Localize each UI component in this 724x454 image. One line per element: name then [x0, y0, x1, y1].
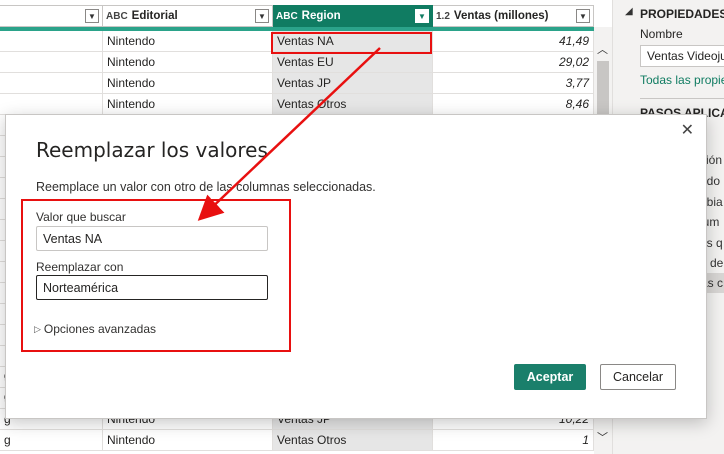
table-cell[interactable]: [0, 31, 103, 51]
table-cell[interactable]: Nintendo: [103, 94, 273, 114]
table-cell[interactable]: [0, 52, 103, 72]
chevron-down-icon[interactable]: ▼: [576, 9, 590, 23]
dialog-description: Reemplace un valor con otro de las colum…: [36, 180, 376, 194]
table-cell[interactable]: [0, 73, 103, 93]
table-cell[interactable]: [0, 94, 103, 114]
table-cell[interactable]: Nintendo: [103, 52, 273, 72]
chevron-down-icon[interactable]: ▼: [415, 9, 429, 23]
table-cell[interactable]: Ventas Otros: [273, 94, 433, 114]
table-cell[interactable]: 3,77: [433, 73, 594, 93]
cancel-button[interactable]: Cancelar: [600, 364, 676, 390]
table-row[interactable]: Nintendo Ventas Otros 8,46: [0, 94, 594, 115]
column-header-ventas[interactable]: 1.2 Ventas (millones) ▼: [433, 5, 594, 27]
column-header-label: Region: [301, 10, 341, 22]
chevron-up-icon[interactable]: ︿: [597, 41, 608, 57]
chevron-down-icon[interactable]: ▼: [85, 9, 99, 23]
dialog-title: Reemplazar los valores: [36, 138, 268, 162]
close-icon[interactable]: ✕: [681, 120, 694, 140]
chevron-down-icon[interactable]: ﹀: [597, 429, 608, 445]
table-row[interactable]: g Nintendo Ventas Otros 1: [0, 430, 594, 451]
all-properties-link[interactable]: Todas las propiedades: [640, 73, 724, 87]
text-type-icon[interactable]: ABC: [276, 11, 298, 22]
name-label: Nombre: [640, 27, 683, 41]
column-header-0[interactable]: ▼: [0, 5, 103, 27]
table-cell[interactable]: Nintendo: [103, 430, 273, 450]
chevron-down-icon[interactable]: ▼: [255, 9, 269, 23]
table-cell[interactable]: 41,49: [433, 31, 594, 51]
column-header-editorial[interactable]: ABC Editorial ▼: [103, 5, 273, 27]
collapse-icon[interactable]: ◢: [625, 6, 633, 17]
table-cell[interactable]: Ventas EU: [273, 52, 433, 72]
accept-button[interactable]: Aceptar: [514, 364, 586, 390]
table-cell[interactable]: Nintendo: [103, 31, 273, 51]
column-header-label: Editorial: [131, 10, 178, 22]
table-row[interactable]: Nintendo Ventas JP 3,77: [0, 73, 594, 94]
table-cell[interactable]: g: [0, 430, 103, 450]
table-cell[interactable]: 1: [433, 430, 594, 450]
highlight-box-cell: [271, 32, 432, 54]
column-header-region[interactable]: ABC Region ▼: [273, 5, 433, 27]
column-header-label: Ventas (millones): [453, 10, 549, 22]
highlight-box-dialog: [21, 199, 291, 352]
table-cell[interactable]: 29,02: [433, 52, 594, 72]
properties-title: PROPIEDADES: [640, 7, 724, 21]
table-cell[interactable]: Nintendo: [103, 73, 273, 93]
decimal-type-icon[interactable]: 1.2: [436, 11, 450, 22]
text-type-icon[interactable]: ABC: [106, 11, 128, 22]
table-cell[interactable]: Ventas JP: [273, 73, 433, 93]
query-name-input[interactable]: Ventas Videojuegos: [640, 45, 724, 67]
table-cell[interactable]: Ventas Otros: [273, 430, 433, 450]
table-row[interactable]: Nintendo Ventas EU 29,02: [0, 52, 594, 73]
table-cell[interactable]: 8,46: [433, 94, 594, 114]
divider: [640, 98, 724, 99]
